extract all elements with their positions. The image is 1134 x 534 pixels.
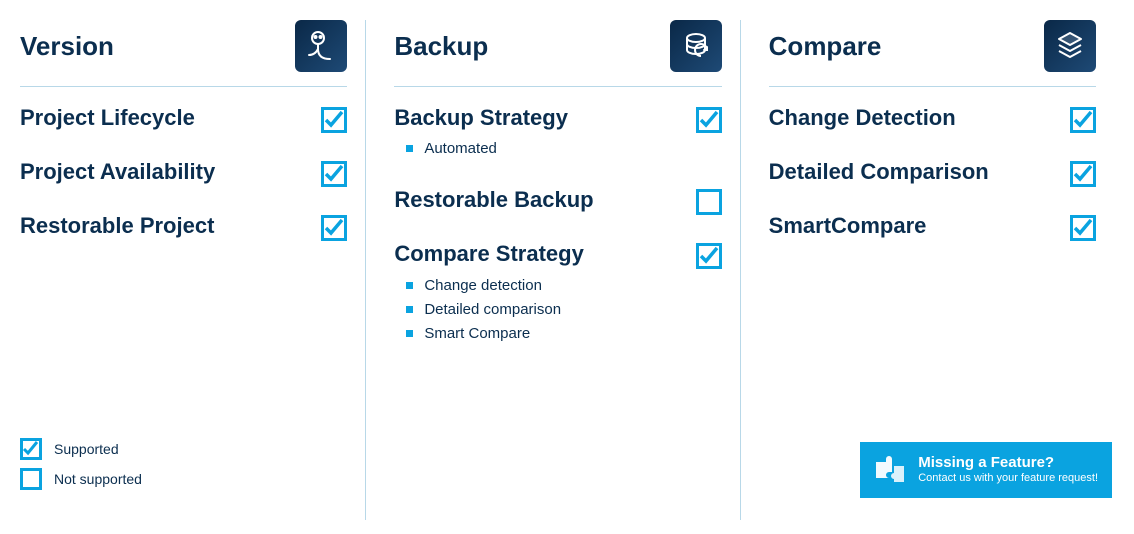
feature-row: Change Detection: [769, 105, 1096, 133]
column-header: Compare: [769, 20, 1096, 87]
feature-row: Restorable Backup: [394, 187, 721, 215]
supported-checkbox: [1070, 215, 1096, 241]
feature-request-cta[interactable]: Missing a Feature? Contact us with your …: [860, 442, 1112, 498]
legend-row-not-supported: Not supported: [20, 468, 142, 490]
feature-label: Restorable Backup: [394, 187, 681, 213]
feature-subitem: Change detection: [406, 274, 681, 298]
feature-row: Compare Strategy Change detection Detail…: [394, 241, 721, 345]
robot-icon: [295, 20, 347, 72]
feature-label: Project Availability: [20, 159, 307, 185]
supported-checkbox: [321, 215, 347, 241]
unsupported-checkbox: [696, 189, 722, 215]
legend-checkbox-checked: [20, 438, 42, 460]
supported-checkbox: [321, 161, 347, 187]
feature-label: SmartCompare: [769, 213, 1056, 239]
legend-checkbox-unchecked: [20, 468, 42, 490]
database-restore-icon: [670, 20, 722, 72]
cta-title: Missing a Feature?: [918, 454, 1098, 472]
layers-icon: [1044, 20, 1096, 72]
feature-row: Detailed Comparison: [769, 159, 1096, 187]
feature-row: Project Availability: [20, 159, 347, 187]
feature-row: Restorable Project: [20, 213, 347, 241]
legend-label: Supported: [54, 441, 119, 457]
supported-checkbox: [1070, 161, 1096, 187]
column-title: Backup: [394, 31, 488, 62]
feature-label: Change Detection: [769, 105, 1056, 131]
feature-sublist: Automated: [406, 137, 681, 161]
feature-row: SmartCompare: [769, 213, 1096, 241]
cta-subtitle: Contact us with your feature request!: [918, 472, 1098, 485]
legend: Supported Not supported: [20, 438, 142, 498]
feature-label: Detailed Comparison: [769, 159, 1056, 185]
supported-checkbox: [321, 107, 347, 133]
supported-checkbox: [1070, 107, 1096, 133]
column-title: Version: [20, 31, 114, 62]
legend-row-supported: Supported: [20, 438, 142, 460]
feature-label: Project Lifecycle: [20, 105, 307, 131]
feature-label: Restorable Project: [20, 213, 307, 239]
column-header: Backup: [394, 20, 721, 87]
column-title: Compare: [769, 31, 882, 62]
feature-subitem: Detailed comparison: [406, 298, 681, 322]
puzzle-icon: [870, 450, 910, 490]
feature-label: Backup Strategy: [394, 105, 681, 131]
feature-label: Compare Strategy: [394, 241, 681, 267]
feature-subitem: Automated: [406, 137, 681, 161]
supported-checkbox: [696, 243, 722, 269]
feature-sublist: Change detection Detailed comparison Sma…: [406, 274, 681, 346]
column-header: Version: [20, 20, 347, 87]
supported-checkbox: [696, 107, 722, 133]
legend-label: Not supported: [54, 471, 142, 487]
feature-subitem: Smart Compare: [406, 322, 681, 346]
feature-row: Project Lifecycle: [20, 105, 347, 133]
feature-row: Backup Strategy Automated: [394, 105, 721, 161]
column-backup: Backup Backup Strategy Automated: [365, 20, 739, 520]
